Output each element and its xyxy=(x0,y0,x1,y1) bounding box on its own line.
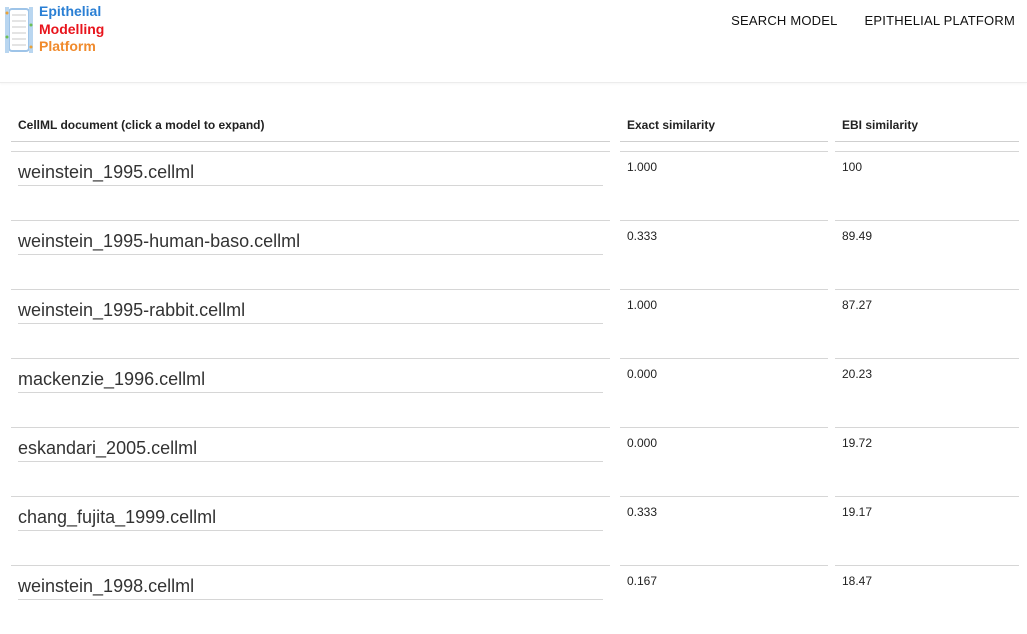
table-header: CellML document (click a model to expand… xyxy=(0,82,1027,142)
ebi-similarity-cell: 18.47 xyxy=(835,565,1019,634)
ebi-similarity-value: 20.23 xyxy=(842,367,873,381)
header-exact-similarity: Exact similarity xyxy=(620,118,828,142)
table-row: mackenzie_1996.cellml 0.000 20.23 xyxy=(0,358,1027,427)
model-link[interactable]: weinstein_1995.cellml xyxy=(18,161,603,186)
exact-similarity-value: 1.000 xyxy=(627,160,658,174)
ebi-similarity-cell: 19.17 xyxy=(835,496,1019,565)
exact-similarity-value: 0.167 xyxy=(627,574,658,588)
table-row: weinstein_1995-human-baso.cellml 0.333 8… xyxy=(0,220,1027,289)
document-cell: weinstein_1998.cellml xyxy=(11,565,610,634)
exact-similarity-cell: 1.000 xyxy=(620,151,828,220)
ebi-similarity-cell: 100 xyxy=(835,151,1019,220)
exact-similarity-cell: 0.000 xyxy=(620,358,828,427)
logo-text: Epithelial Modelling Platform xyxy=(39,3,104,56)
exact-similarity-value: 0.333 xyxy=(627,229,658,243)
nav-epithelial-platform[interactable]: EPITHELIAL PLATFORM xyxy=(865,13,1015,28)
table-row: weinstein_1995.cellml 1.000 100 xyxy=(0,151,1027,220)
document-cell: eskandari_2005.cellml xyxy=(11,427,610,496)
exact-similarity-value: 1.000 xyxy=(627,298,658,312)
epithelium-logo-icon xyxy=(5,7,33,53)
document-cell: weinstein_1995-rabbit.cellml xyxy=(11,289,610,358)
exact-similarity-cell: 0.000 xyxy=(620,427,828,496)
exact-similarity-cell: 0.333 xyxy=(620,220,828,289)
top-navbar: Epithelial Modelling Platform SEARCH MOD… xyxy=(0,0,1027,83)
document-cell: mackenzie_1996.cellml xyxy=(11,358,610,427)
ebi-similarity-cell: 19.72 xyxy=(835,427,1019,496)
table-row: eskandari_2005.cellml 0.000 19.72 xyxy=(0,427,1027,496)
table-row: weinstein_1998.cellml 0.167 18.47 xyxy=(0,565,1027,634)
main-nav: SEARCH MODEL EPITHELIAL PLATFORM xyxy=(704,13,1015,28)
document-cell: weinstein_1995-human-baso.cellml xyxy=(11,220,610,289)
ebi-similarity-cell: 89.49 xyxy=(835,220,1019,289)
ebi-similarity-value: 87.27 xyxy=(842,298,873,312)
exact-similarity-value: 0.333 xyxy=(627,505,658,519)
header-ebi-similarity: EBI similarity xyxy=(835,118,1019,142)
ebi-similarity-value: 100 xyxy=(842,160,863,174)
ebi-similarity-value: 19.17 xyxy=(842,505,873,519)
table-row: weinstein_1995-rabbit.cellml 1.000 87.27 xyxy=(0,289,1027,358)
ebi-similarity-value: 18.47 xyxy=(842,574,873,588)
document-cell: chang_fujita_1999.cellml xyxy=(11,496,610,565)
model-link[interactable]: mackenzie_1996.cellml xyxy=(18,368,603,393)
table-row: chang_fujita_1999.cellml 0.333 19.17 xyxy=(0,496,1027,565)
logo-line-modelling: Modelling xyxy=(39,20,105,37)
exact-similarity-value: 0.000 xyxy=(627,367,658,381)
logo-line-platform: Platform xyxy=(39,38,96,54)
model-link[interactable]: weinstein_1995-human-baso.cellml xyxy=(18,230,603,255)
exact-similarity-value: 0.000 xyxy=(627,436,658,450)
platform-logo[interactable]: Epithelial Modelling Platform xyxy=(4,3,124,57)
model-link[interactable]: weinstein_1998.cellml xyxy=(18,575,603,600)
ebi-similarity-value: 89.49 xyxy=(842,229,873,243)
exact-similarity-cell: 0.333 xyxy=(620,496,828,565)
exact-similarity-cell: 0.167 xyxy=(620,565,828,634)
ebi-similarity-cell: 20.23 xyxy=(835,358,1019,427)
model-link[interactable]: eskandari_2005.cellml xyxy=(18,437,603,462)
document-cell: weinstein_1995.cellml xyxy=(11,151,610,220)
nav-search-model[interactable]: SEARCH MODEL xyxy=(731,13,837,28)
logo-line-epithelial: Epithelial xyxy=(39,3,102,19)
header-cellml-document: CellML document (click a model to expand… xyxy=(11,118,610,142)
ebi-similarity-value: 19.72 xyxy=(842,436,873,450)
model-link[interactable]: chang_fujita_1999.cellml xyxy=(18,506,603,531)
model-link[interactable]: weinstein_1995-rabbit.cellml xyxy=(18,299,603,324)
ebi-similarity-cell: 87.27 xyxy=(835,289,1019,358)
exact-similarity-cell: 1.000 xyxy=(620,289,828,358)
